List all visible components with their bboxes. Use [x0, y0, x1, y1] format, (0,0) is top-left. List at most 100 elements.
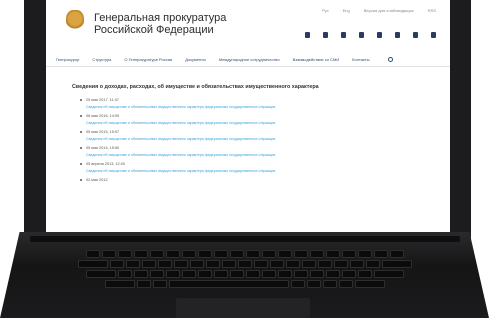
key[interactable]: [166, 270, 180, 278]
telegram-icon[interactable]: [395, 32, 400, 38]
key[interactable]: [153, 280, 167, 288]
key[interactable]: [326, 270, 340, 278]
twitter-icon[interactable]: [377, 32, 382, 38]
key[interactable]: [126, 260, 140, 268]
key[interactable]: [134, 250, 148, 258]
key[interactable]: [190, 260, 204, 268]
key[interactable]: [182, 270, 196, 278]
key[interactable]: [342, 270, 356, 278]
key[interactable]: [334, 260, 348, 268]
key[interactable]: [382, 260, 412, 268]
key[interactable]: [182, 250, 196, 258]
nav-item[interactable]: Генпрокурор: [56, 57, 79, 62]
key[interactable]: [294, 270, 308, 278]
key[interactable]: [307, 280, 321, 288]
site-title[interactable]: Генеральная прокуратура Российской Федер…: [94, 12, 226, 36]
laptop-screen: Генеральная прокуратура Российской Федер…: [46, 0, 450, 232]
nav-item[interactable]: Структура: [92, 57, 111, 62]
key[interactable]: [358, 270, 372, 278]
key[interactable]: [323, 280, 337, 288]
key[interactable]: [278, 250, 292, 258]
key[interactable]: [291, 280, 305, 288]
key[interactable]: [86, 270, 116, 278]
key[interactable]: [286, 260, 300, 268]
key[interactable]: [374, 250, 388, 258]
key[interactable]: [254, 260, 268, 268]
key[interactable]: [246, 250, 260, 258]
key[interactable]: [78, 260, 108, 268]
key[interactable]: [230, 270, 244, 278]
camera-icon[interactable]: [431, 32, 436, 38]
key[interactable]: [198, 270, 212, 278]
key[interactable]: [339, 280, 353, 288]
coat-of-arms-icon[interactable]: [66, 10, 84, 32]
entry-link[interactable]: Сведения об имуществе и обязательствах и…: [86, 137, 432, 141]
key[interactable]: [158, 260, 172, 268]
key[interactable]: [318, 260, 332, 268]
key[interactable]: [366, 260, 380, 268]
nav-item[interactable]: Международное сотрудничество: [219, 57, 280, 62]
key[interactable]: [150, 270, 164, 278]
key[interactable]: [214, 250, 228, 258]
key[interactable]: [358, 250, 372, 258]
key[interactable]: [326, 250, 340, 258]
key[interactable]: [102, 250, 116, 258]
key[interactable]: [302, 260, 316, 268]
key[interactable]: [246, 270, 260, 278]
nav-item[interactable]: Взаимодействие со СМИ: [293, 57, 340, 62]
key[interactable]: [206, 260, 220, 268]
top-links: Рус Eng Версия для слабовидящих RSS: [322, 8, 436, 13]
key[interactable]: [166, 250, 180, 258]
key-row: [40, 280, 450, 288]
key[interactable]: [342, 250, 356, 258]
key[interactable]: [270, 260, 284, 268]
key[interactable]: [134, 270, 148, 278]
lang-en-link[interactable]: Eng: [343, 8, 350, 13]
rss-link[interactable]: RSS: [428, 8, 436, 13]
entry-link[interactable]: Сведения об имуществе и обязательствах и…: [86, 121, 432, 125]
nav-item[interactable]: Контакты: [352, 57, 369, 62]
key[interactable]: [222, 260, 236, 268]
key[interactable]: [310, 270, 324, 278]
key[interactable]: [390, 250, 404, 258]
entry-date: 05 апреля 2013, 12:00: [80, 162, 432, 166]
facebook-icon[interactable]: [323, 32, 328, 38]
key[interactable]: [110, 260, 124, 268]
key[interactable]: [198, 250, 212, 258]
key[interactable]: [262, 270, 276, 278]
list-item: 25 мая 2017, 11:37 Сведения об имуществе…: [80, 98, 432, 109]
entry-link[interactable]: Сведения об имуществе и обязательствах и…: [86, 153, 432, 157]
key[interactable]: [214, 270, 228, 278]
lang-ru-link[interactable]: Рус: [322, 8, 329, 13]
instagram-icon[interactable]: [359, 32, 364, 38]
key[interactable]: [118, 250, 132, 258]
key[interactable]: [150, 250, 164, 258]
nav-item[interactable]: Документы: [185, 57, 206, 62]
key[interactable]: [174, 260, 188, 268]
accessibility-link[interactable]: Версия для слабовидящих: [364, 8, 414, 13]
odnoklassniki-icon[interactable]: [341, 32, 346, 38]
nav-item[interactable]: О Генпрокуратуре России: [124, 57, 172, 62]
key[interactable]: [374, 270, 404, 278]
key[interactable]: [294, 250, 308, 258]
key[interactable]: [262, 250, 276, 258]
key[interactable]: [350, 260, 364, 268]
touchpad[interactable]: [176, 298, 310, 318]
entry-link[interactable]: Сведения об имуществе и обязательствах и…: [86, 105, 432, 109]
key[interactable]: [310, 250, 324, 258]
vk-icon[interactable]: [305, 32, 310, 38]
key[interactable]: [105, 280, 135, 288]
search-icon[interactable]: [388, 57, 394, 62]
key[interactable]: [118, 270, 132, 278]
entry-link[interactable]: Сведения об имуществе и обязательствах и…: [86, 169, 432, 173]
youtube-icon[interactable]: [413, 32, 418, 38]
key[interactable]: [230, 250, 244, 258]
key[interactable]: [86, 250, 100, 258]
laptop: Генеральная прокуратура Российской Федер…: [0, 0, 489, 318]
key[interactable]: [238, 260, 252, 268]
key[interactable]: [142, 260, 156, 268]
key[interactable]: [137, 280, 151, 288]
key[interactable]: [355, 280, 385, 288]
key[interactable]: [278, 270, 292, 278]
spacebar-key[interactable]: [169, 280, 289, 288]
